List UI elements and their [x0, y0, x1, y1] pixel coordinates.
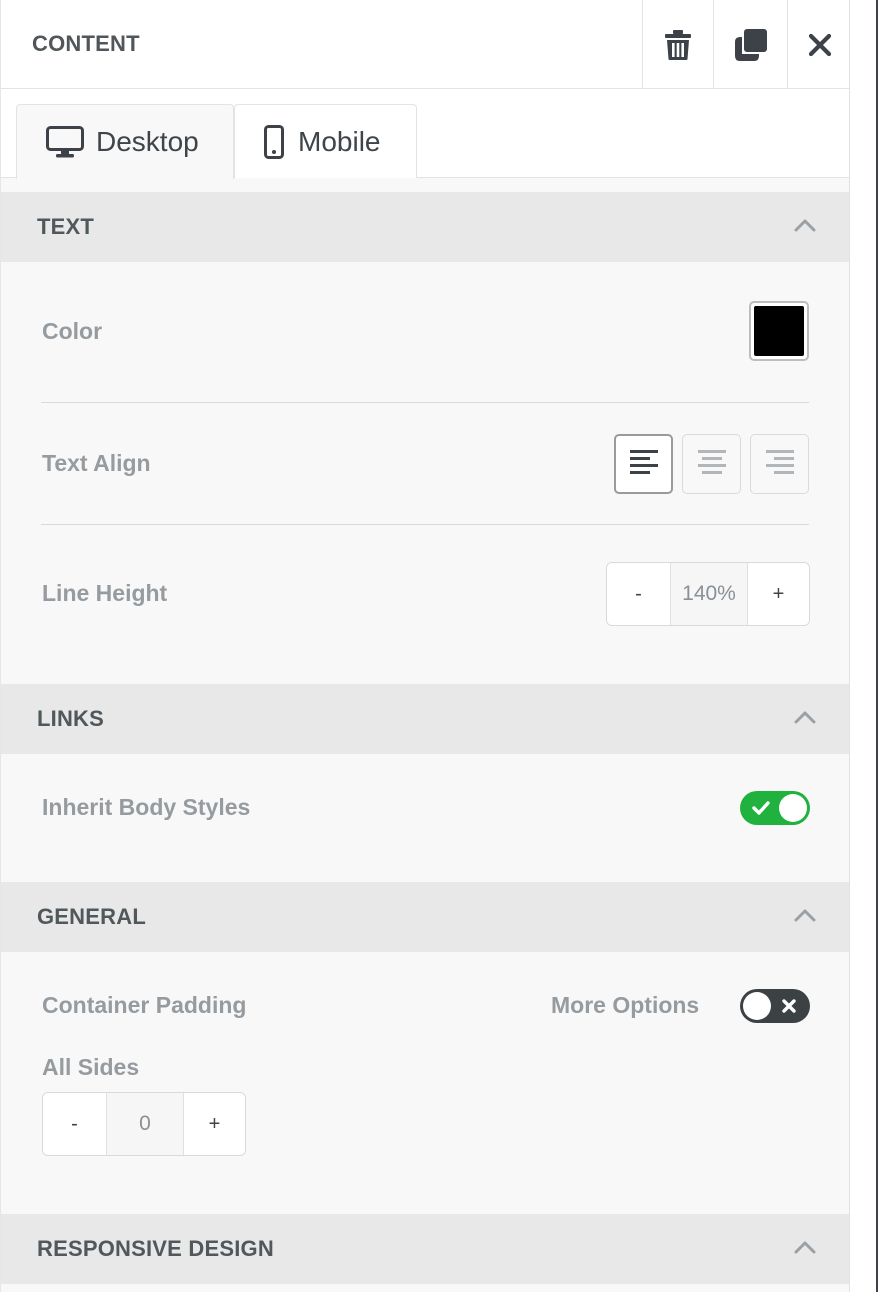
line-height-stepper: - 140% +: [606, 562, 810, 626]
x-icon: [782, 999, 796, 1018]
color-swatch: [754, 306, 804, 356]
text-align-label: Text Align: [42, 450, 151, 476]
padding-stepper: - 0 +: [42, 1092, 246, 1156]
chevron-up-icon: [794, 908, 816, 927]
divider: [41, 402, 809, 403]
canvas-edge: [850, 0, 878, 1292]
delete-button[interactable]: [642, 0, 713, 89]
inherit-body-styles-label: Inherit Body Styles: [42, 794, 251, 820]
more-options-toggle[interactable]: [740, 989, 810, 1023]
more-options-label: More Options: [551, 992, 700, 1018]
desktop-icon: [46, 126, 84, 158]
mobile-icon: [264, 124, 284, 159]
align-center-icon: [697, 449, 727, 480]
chevron-up-icon: [794, 218, 816, 237]
align-left-button[interactable]: [614, 434, 673, 494]
align-center-button[interactable]: [682, 434, 741, 494]
close-icon: [808, 33, 832, 57]
section-title-general: GENERAL: [37, 904, 146, 929]
trash-icon: [665, 29, 691, 60]
padding-value[interactable]: 0: [106, 1093, 184, 1155]
section-header-responsive-design[interactable]: RESPONSIVE DESIGN: [1, 1214, 849, 1284]
duplicate-icon: [734, 28, 767, 61]
padding-decrease-button[interactable]: -: [43, 1093, 106, 1155]
align-left-icon: [629, 449, 659, 480]
divider: [41, 524, 809, 525]
close-button[interactable]: [787, 0, 849, 89]
align-right-button[interactable]: [750, 434, 809, 494]
line-height-decrease-button[interactable]: -: [607, 563, 670, 625]
panel-title: CONTENT: [32, 31, 140, 56]
color-picker[interactable]: [749, 301, 809, 361]
chevron-up-icon: [794, 1240, 816, 1259]
section-header-links[interactable]: LINKS: [1, 684, 849, 754]
tab-mobile[interactable]: Mobile: [234, 104, 417, 178]
line-height-value[interactable]: 140%: [670, 563, 748, 625]
check-icon: [752, 800, 770, 821]
line-height-label: Line Height: [42, 580, 168, 606]
content-settings-panel: CONTENT Desktop Mobile TEXT Color Text A…: [0, 0, 850, 1292]
container-padding-label: Container Padding: [42, 992, 247, 1018]
toggle-knob: [779, 794, 807, 822]
duplicate-button[interactable]: [713, 0, 787, 89]
tab-desktop[interactable]: Desktop: [16, 104, 234, 179]
tab-mobile-label: Mobile: [298, 125, 381, 157]
chevron-up-icon: [794, 710, 816, 729]
section-header-text[interactable]: TEXT: [1, 192, 849, 262]
section-title-responsive-design: RESPONSIVE DESIGN: [37, 1236, 274, 1261]
all-sides-label: All Sides: [42, 1054, 140, 1080]
tab-desktop-label: Desktop: [96, 126, 199, 157]
inherit-body-styles-toggle[interactable]: [740, 791, 810, 825]
panel-header: CONTENT: [1, 0, 849, 89]
align-right-icon: [765, 449, 795, 480]
section-title-links: LINKS: [37, 706, 104, 731]
section-title-text: TEXT: [37, 214, 95, 239]
toggle-knob: [743, 992, 771, 1020]
color-label: Color: [42, 318, 103, 344]
section-header-general[interactable]: GENERAL: [1, 882, 849, 952]
padding-increase-button[interactable]: +: [184, 1093, 245, 1155]
line-height-increase-button[interactable]: +: [748, 563, 809, 625]
device-tabs: Desktop Mobile: [1, 89, 849, 179]
